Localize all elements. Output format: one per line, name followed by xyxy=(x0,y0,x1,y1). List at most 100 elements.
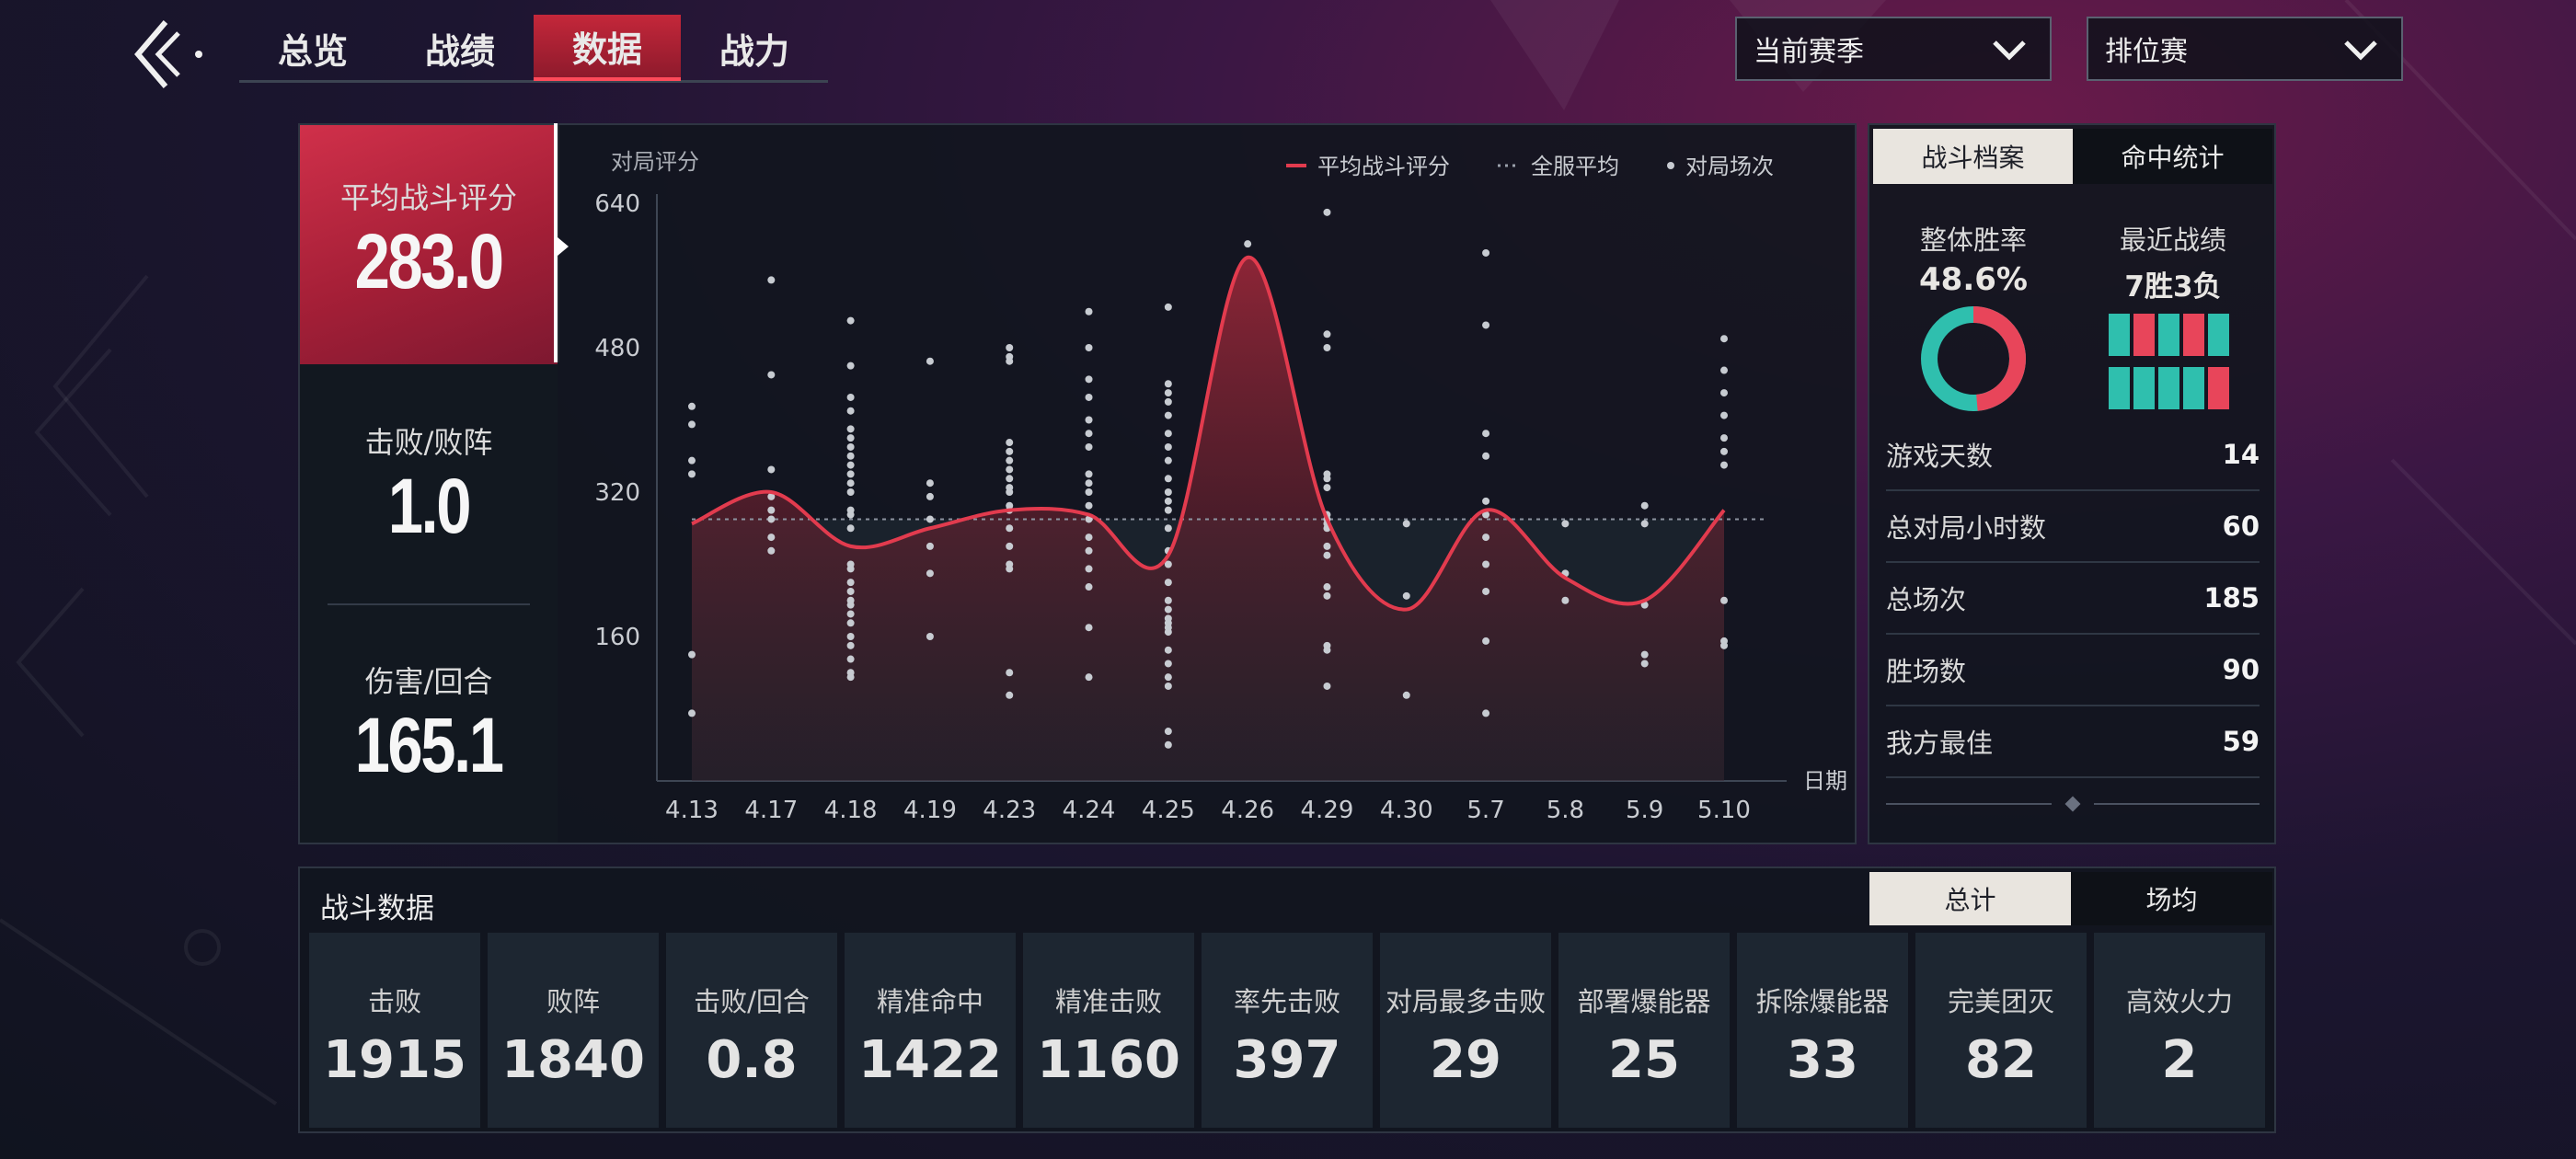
match-point xyxy=(1323,344,1331,351)
tab-power[interactable]: 战力 xyxy=(681,15,828,81)
tab-data[interactable]: 数据 xyxy=(534,15,681,81)
match-point xyxy=(767,534,776,542)
stat-headshot-kills: 精准击败 1160 xyxy=(1023,933,1194,1128)
match-point xyxy=(767,276,776,284)
match-point xyxy=(1164,380,1172,388)
match-point xyxy=(1323,583,1331,591)
match-point xyxy=(1164,524,1172,533)
row-label: 总对局小时数 xyxy=(1886,512,2047,544)
match-point xyxy=(926,492,934,500)
chevron-down-icon xyxy=(1993,40,2026,61)
legend-swatch-matches xyxy=(1667,162,1674,169)
match-point xyxy=(926,569,934,578)
row-value: 185 xyxy=(2203,582,2260,614)
stat-efficient-fire: 高效火力 2 xyxy=(2094,933,2265,1128)
tab-total[interactable]: 总计 xyxy=(1869,872,2071,925)
row-total-matches: 总场次 185 xyxy=(1886,563,2260,635)
tab-hit-stats[interactable]: 命中统计 xyxy=(2073,129,2272,184)
match-point xyxy=(1164,475,1172,483)
season-select[interactable]: 当前赛季 xyxy=(1735,17,2052,81)
match-point xyxy=(846,470,855,478)
y-axis-label: 对局评分 xyxy=(611,149,699,175)
match-point xyxy=(926,633,934,640)
summary-column: 平均战斗评分 283.0 击败/败阵 1.0 伤害/回合 165.1 xyxy=(298,123,558,844)
match-point xyxy=(688,650,696,659)
x-tick-label: 4.23 xyxy=(983,797,1036,824)
tab-battle-profile[interactable]: 战斗档案 xyxy=(1873,129,2073,184)
match-point xyxy=(1323,208,1331,216)
match-point xyxy=(1323,475,1331,483)
recent-result-cell xyxy=(2109,314,2130,356)
winrate-donut xyxy=(1921,306,2026,411)
row-label: 胜场数 xyxy=(1886,656,1967,687)
battle-data-tabs: 总计 场均 xyxy=(1869,872,2272,925)
stat-label: 败阵 xyxy=(546,986,600,1017)
stat-value: 29 xyxy=(1430,1030,1501,1090)
x-tick-label: 4.25 xyxy=(1142,797,1195,824)
kd-value: 1.0 xyxy=(387,463,472,549)
row-label: 游戏天数 xyxy=(1886,441,1994,472)
row-label: 我方最佳 xyxy=(1886,728,1994,759)
match-point xyxy=(846,442,855,451)
kd-card[interactable]: 击败/败阵 1.0 xyxy=(300,419,558,551)
match-point xyxy=(1482,534,1490,542)
tab-overview[interactable]: 总览 xyxy=(239,15,386,81)
match-point xyxy=(1323,646,1331,654)
y-tick-label: 480 xyxy=(594,335,640,362)
match-point xyxy=(1482,560,1490,568)
match-point xyxy=(1085,479,1093,488)
match-point xyxy=(1323,330,1331,339)
row-team-best: 我方最佳 59 xyxy=(1886,706,2260,778)
legend-label: 全服平均 xyxy=(1531,154,1619,179)
ornament-divider xyxy=(1886,796,2260,812)
stat-label: 率先击败 xyxy=(1233,986,1340,1017)
stat-label: 对局最多击败 xyxy=(1385,986,1546,1017)
avg-score-card[interactable]: 平均战斗评分 283.0 xyxy=(300,125,558,364)
kd-label: 击败/败阵 xyxy=(364,425,493,460)
tab-per-match[interactable]: 场均 xyxy=(2071,872,2272,925)
score-chart[interactable]: 对局评分 640 480 320 160 日期 4.13 4.17 4.18 4.19 4.23 4.… xyxy=(558,125,1857,846)
match-point xyxy=(846,579,855,587)
tab-records[interactable]: 战绩 xyxy=(386,15,534,81)
match-point xyxy=(1164,660,1172,668)
damage-value: 165.1 xyxy=(354,702,505,788)
stat-label: 高效火力 xyxy=(2125,986,2233,1017)
match-point xyxy=(846,565,855,573)
match-point xyxy=(1085,470,1093,478)
stat-label: 拆除爆能器 xyxy=(1755,986,1890,1017)
match-point xyxy=(1164,411,1172,419)
season-select-value: 当前赛季 xyxy=(1754,36,1864,68)
battle-stat-cells: 击败 1915 败阵 1840 击败/回合 0.8 精准命中 1422 精准击败 1160… xyxy=(309,933,2265,1128)
x-tick-label: 4.17 xyxy=(744,797,798,824)
battle-data-panel: 战斗数据 总计 场均 击败 1915 败阵 1840 击败/回合 0.8 精准命中 14… xyxy=(298,866,2276,1133)
match-point xyxy=(1561,520,1570,528)
match-point xyxy=(1164,456,1172,465)
back-button[interactable] xyxy=(129,13,212,96)
recent-result-cell xyxy=(2158,314,2179,356)
x-tick-label: 4.26 xyxy=(1221,797,1274,824)
match-point xyxy=(1720,434,1728,442)
stat-headshots: 精准命中 1422 xyxy=(845,933,1016,1128)
match-point xyxy=(1640,501,1649,510)
x-tick-label: 5.7 xyxy=(1466,797,1504,824)
stat-defuses: 拆除爆能器 33 xyxy=(1737,933,1908,1128)
match-point xyxy=(1164,506,1172,514)
stat-label: 击败/回合 xyxy=(694,986,810,1017)
mode-select[interactable]: 排位赛 xyxy=(2087,17,2403,81)
match-point xyxy=(767,546,776,555)
damage-card[interactable]: 伤害/回合 165.1 xyxy=(300,659,558,790)
match-point xyxy=(688,420,696,429)
match-point xyxy=(688,456,696,465)
match-point xyxy=(1323,682,1331,690)
y-tick-label: 320 xyxy=(594,479,640,507)
stat-label: 精准击败 xyxy=(1054,986,1162,1017)
stat-plants: 部署爆能器 25 xyxy=(1558,933,1730,1128)
match-point xyxy=(1720,411,1728,419)
match-point xyxy=(1085,624,1093,632)
stat-label: 精准命中 xyxy=(876,986,983,1017)
match-point xyxy=(1006,475,1014,483)
stat-kills-per-round: 击败/回合 0.8 xyxy=(666,933,837,1128)
stat-label: 部署爆能器 xyxy=(1577,986,1711,1017)
match-point xyxy=(1006,447,1014,455)
profile-tabs: 战斗档案 命中统计 xyxy=(1873,129,2272,184)
